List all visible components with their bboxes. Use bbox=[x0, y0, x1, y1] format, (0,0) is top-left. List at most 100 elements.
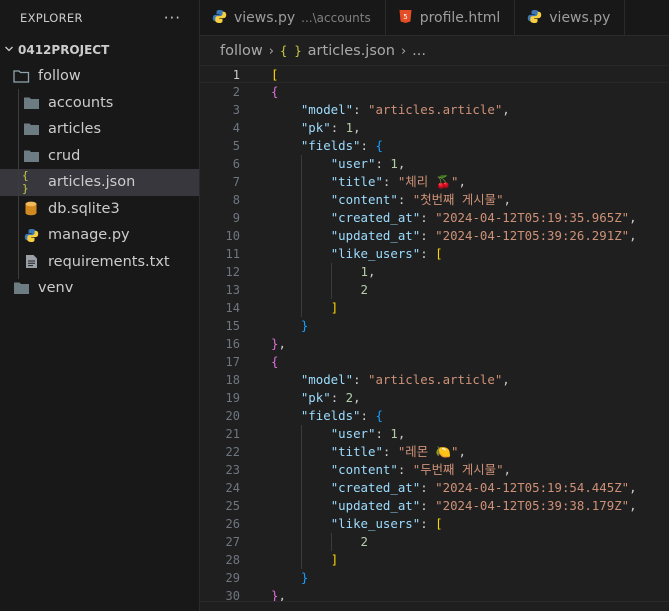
folder-icon bbox=[22, 96, 40, 110]
folder-open-icon bbox=[12, 69, 30, 83]
tree-item-accounts[interactable]: accounts bbox=[0, 90, 199, 117]
code-text: "model": "articles.article", bbox=[300, 102, 510, 117]
line-number: 17 bbox=[225, 355, 240, 369]
code-line[interactable]: 17 { bbox=[200, 353, 669, 371]
line-number: 4 bbox=[232, 121, 240, 135]
more-actions-icon[interactable]: ··· bbox=[164, 9, 181, 27]
code-text: ] bbox=[330, 552, 339, 567]
code-line[interactable]: 8 "content": "첫번째 게시물", bbox=[200, 191, 669, 209]
code-line[interactable]: 7 "title": "체리 🍒", bbox=[200, 173, 669, 191]
code-text: [ bbox=[271, 67, 279, 82]
code-line[interactable]: 15 } bbox=[200, 317, 669, 335]
code-line[interactable]: 28 ] bbox=[200, 551, 669, 569]
line-number: 1 bbox=[232, 68, 240, 82]
line-number: 19 bbox=[225, 391, 240, 405]
code-line[interactable]: 24 "created_at": "2024-04-12T05:19:54.44… bbox=[200, 479, 669, 497]
line-number: 12 bbox=[225, 265, 240, 279]
tree-item-label: articles bbox=[48, 121, 102, 138]
code-line[interactable]: 14 ] bbox=[200, 299, 669, 317]
code-line[interactable]: 13 2 bbox=[200, 281, 669, 299]
code-text: }, bbox=[271, 336, 286, 351]
code-line[interactable]: 10 "updated_at": "2024-04-12T05:39:26.29… bbox=[200, 227, 669, 245]
line-number: 20 bbox=[225, 409, 240, 423]
code-text: { bbox=[271, 354, 279, 369]
line-number: 24 bbox=[225, 481, 240, 495]
project-root[interactable]: 0412PROJECT bbox=[0, 37, 199, 63]
indent-guide bbox=[18, 89, 19, 279]
line-number: 2 bbox=[232, 85, 240, 99]
code-line[interactable]: 27 2 bbox=[200, 533, 669, 551]
tree-item-follow[interactable]: follow bbox=[0, 63, 199, 90]
text-file-icon bbox=[22, 254, 40, 269]
code-text: "pk": 1, bbox=[300, 120, 361, 135]
database-icon bbox=[22, 201, 40, 216]
folder-icon bbox=[12, 281, 30, 295]
code-text: "created_at": "2024-04-12T05:19:54.445Z"… bbox=[330, 480, 637, 495]
python-icon bbox=[527, 9, 542, 28]
tree-item-label: accounts bbox=[48, 94, 114, 111]
code-line[interactable]: 20 "fields": { bbox=[200, 407, 669, 425]
tree-item-db-sqlite3[interactable]: db.sqlite3 bbox=[0, 196, 199, 223]
code-line[interactable]: 1[ bbox=[200, 65, 669, 83]
tree-item-articles[interactable]: articles bbox=[0, 116, 199, 143]
code-line[interactable]: 9 "created_at": "2024-04-12T05:19:35.965… bbox=[200, 209, 669, 227]
tree-item-manage-py[interactable]: manage.py bbox=[0, 222, 199, 249]
chevron-down-icon[interactable] bbox=[4, 44, 18, 57]
code-line[interactable]: 3 "model": "articles.article", bbox=[200, 101, 669, 119]
code-line[interactable]: 4 "pk": 1, bbox=[200, 119, 669, 137]
tab-label: views.py bbox=[549, 9, 611, 26]
code-line[interactable]: 21 "user": 1, bbox=[200, 425, 669, 443]
code-line[interactable]: 12 1, bbox=[200, 263, 669, 281]
tree-item-requirements-txt[interactable]: requirements.txt bbox=[0, 249, 199, 276]
code-line[interactable]: 2{ bbox=[200, 83, 669, 101]
tree-item-label: requirements.txt bbox=[48, 253, 170, 270]
code-text: "pk": 2, bbox=[300, 390, 361, 405]
tree-item-articles-json[interactable]: { } articles.json bbox=[0, 169, 199, 196]
code-line[interactable]: 6 "user": 1, bbox=[200, 155, 669, 173]
code-line[interactable]: 16}, bbox=[200, 335, 669, 353]
folder-icon bbox=[22, 149, 40, 163]
explorer-title: EXPLORER bbox=[20, 11, 83, 25]
code-line[interactable]: 11 "like_users": [ bbox=[200, 245, 669, 263]
horizontal-scrollbar[interactable] bbox=[200, 601, 669, 611]
tree-item-label: crud bbox=[48, 147, 81, 164]
code-text: 1, bbox=[360, 264, 376, 279]
chevron-right-icon: › bbox=[268, 43, 274, 59]
code-line[interactable]: 26 "like_users": [ bbox=[200, 515, 669, 533]
folder-icon bbox=[22, 122, 40, 136]
code-text: "content": "첫번째 게시물", bbox=[330, 192, 512, 207]
line-number: 15 bbox=[225, 319, 240, 333]
code-line[interactable]: 19 "pk": 2, bbox=[200, 389, 669, 407]
tree-item-crud[interactable]: crud bbox=[0, 143, 199, 170]
code-text: "fields": { bbox=[300, 138, 383, 153]
indent-guide bbox=[300, 425, 302, 569]
code-text: "created_at": "2024-04-12T05:19:35.965Z"… bbox=[330, 210, 637, 225]
code-line[interactable]: 5 "fields": { bbox=[200, 137, 669, 155]
code-editor[interactable]: 1[2{3 "model": "articles.article", 4 "pk"… bbox=[200, 64, 669, 611]
line-number: 28 bbox=[225, 553, 240, 567]
line-number: 21 bbox=[225, 427, 240, 441]
code-line[interactable]: 25 "updated_at": "2024-04-12T05:39:38.17… bbox=[200, 497, 669, 515]
line-number: 27 bbox=[225, 535, 240, 549]
line-number: 6 bbox=[232, 157, 240, 171]
line-number: 23 bbox=[225, 463, 240, 477]
breadcrumb-folder[interactable]: follow bbox=[220, 43, 263, 59]
tree-item-venv[interactable]: venv bbox=[0, 275, 199, 302]
code-line[interactable]: 29 } bbox=[200, 569, 669, 587]
tab-description: ...\accounts bbox=[301, 10, 371, 25]
tab-views-py[interactable]: views.py bbox=[515, 0, 626, 35]
tab-profile-html[interactable]: 5 profile.html bbox=[386, 0, 516, 35]
breadcrumb-file[interactable]: articles.json bbox=[308, 43, 395, 59]
indent-guide bbox=[330, 263, 332, 299]
code-text: "updated_at": "2024-04-12T05:39:26.291Z"… bbox=[330, 228, 637, 243]
tab-views-py[interactable]: views.py ...\accounts bbox=[200, 0, 386, 35]
line-number: 8 bbox=[232, 193, 240, 207]
code-text: } bbox=[300, 570, 309, 585]
python-icon bbox=[22, 228, 40, 243]
breadcrumb-more[interactable]: ... bbox=[412, 43, 426, 59]
code-line[interactable]: 18 "model": "articles.article", bbox=[200, 371, 669, 389]
code-line[interactable]: 22 "title": "레몬 🍋", bbox=[200, 443, 669, 461]
code-line[interactable]: 23 "content": "두번째 게시물", bbox=[200, 461, 669, 479]
line-number: 16 bbox=[225, 337, 240, 351]
line-number: 18 bbox=[225, 373, 240, 387]
